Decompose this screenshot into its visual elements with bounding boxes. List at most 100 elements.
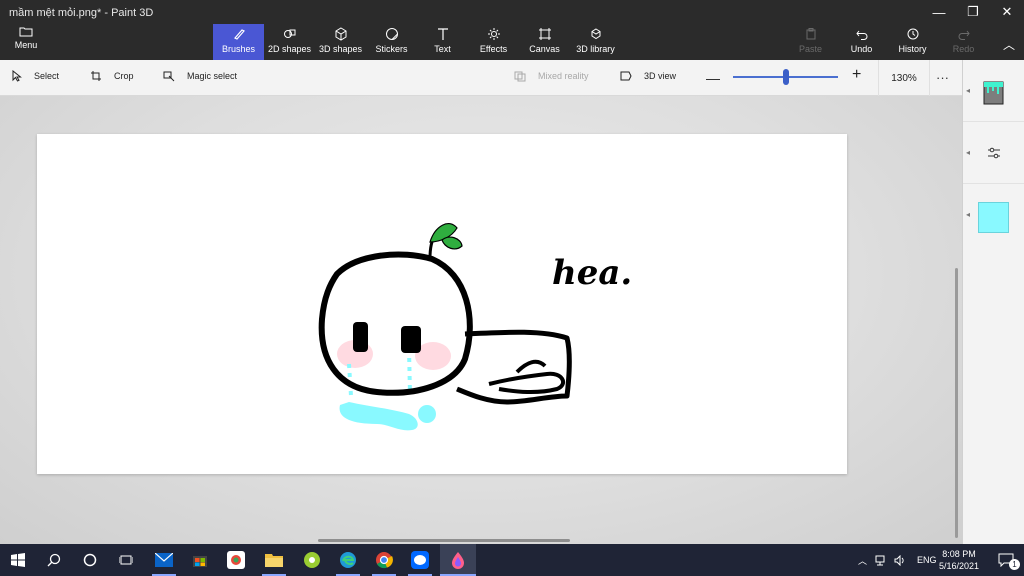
cortana-icon (83, 553, 97, 567)
mixed-reality-icon (514, 71, 526, 82)
collapse-ribbon-icon[interactable]: ︿ (1003, 36, 1015, 53)
text-icon (437, 28, 448, 40)
window-controls: — ❐ ✕ (922, 0, 1024, 24)
expand-arrow-icon: ◂ (966, 210, 971, 219)
undo-button[interactable]: Undo (836, 24, 887, 60)
tab-brushes[interactable]: Brushes (213, 24, 264, 60)
edge-icon (340, 552, 356, 568)
tab-text[interactable]: Text (417, 24, 468, 60)
chrome-icon (376, 552, 393, 569)
menu-button[interactable]: Menu (8, 26, 44, 58)
task-view-icon (119, 555, 133, 565)
crop-label: Crop (114, 71, 134, 81)
paste-label: Paste (798, 44, 822, 54)
language-indicator[interactable]: ENG (917, 555, 937, 565)
folder-icon (265, 554, 283, 567)
current-color-swatch[interactable] (978, 202, 1009, 233)
tab-3d-shapes[interactable]: 3D shapes (315, 24, 366, 60)
zoom-in-button[interactable]: + (852, 66, 861, 84)
minimize-button[interactable]: — (922, 0, 956, 24)
magic-select-label: Magic select (187, 71, 238, 81)
magic-select-tool[interactable]: Magic select (163, 70, 237, 82)
clock[interactable]: 8:08 PM 5/16/2021 (936, 548, 982, 572)
tab-effects[interactable]: Effects (468, 24, 519, 60)
show-hidden-icons[interactable]: ︿ (858, 554, 867, 567)
redo-button[interactable]: Redo (938, 24, 989, 60)
clock-date: 5/16/2021 (938, 561, 980, 571)
chrome-app[interactable] (366, 544, 402, 576)
zalo-app[interactable] (402, 544, 438, 576)
tab-2d-shapes[interactable]: 2D shapes (264, 24, 315, 60)
app-ribbon: mầm mệt mỏi.png* - Paint 3D — ❐ ✕ Menu B… (0, 0, 1024, 60)
side-panel: ◂ ◂ ◂ (962, 60, 1024, 544)
redo-icon (958, 30, 970, 40)
mixed-reality-label: Mixed reality (538, 71, 589, 81)
zoom-percentage[interactable]: 130% (878, 60, 930, 96)
network-icon[interactable] (875, 555, 888, 566)
3d-view-icon (620, 71, 632, 81)
mixed-reality-button[interactable]: Mixed reality (514, 70, 589, 82)
cortana-button[interactable] (72, 544, 108, 576)
store-app[interactable] (182, 544, 218, 576)
notification-center-button[interactable]: 1 (988, 544, 1024, 576)
file-explorer-app[interactable] (256, 544, 292, 576)
palette-icon (304, 552, 320, 568)
history-button[interactable]: History (887, 24, 938, 60)
tab-label: 3D shapes (318, 44, 363, 54)
marker-brush-icon (983, 81, 1004, 105)
horizontal-scrollbar[interactable] (318, 539, 570, 542)
canvas-icon (538, 28, 551, 40)
windows-taskbar: ︿ ENG 8:08 PM 5/16/2021 1 (0, 544, 1024, 576)
tab-3d-library[interactable]: 3D library (570, 24, 621, 60)
menu-label: Menu (14, 40, 38, 50)
ribbon-tools: Brushes 2D shapes 3D shapes Stickers Tex… (213, 24, 621, 60)
restore-button[interactable]: ❐ (956, 0, 990, 24)
tab-label: Canvas (529, 44, 560, 54)
clock-time: 8:08 PM (942, 549, 976, 559)
undo-label: Undo (850, 44, 873, 54)
3d-view-button[interactable]: 3D view (620, 70, 676, 82)
2d-shapes-icon (283, 29, 295, 38)
vertical-scrollbar[interactable] (955, 268, 958, 538)
search-button[interactable] (36, 544, 72, 576)
ribbon-right-tools: Paste Undo History Redo (785, 24, 989, 60)
redo-label: Redo (952, 44, 975, 54)
expand-arrow-icon: ◂ (966, 86, 971, 95)
paint-3d-icon (452, 552, 464, 569)
mail-app[interactable] (146, 544, 182, 576)
brush-settings[interactable]: ◂ (963, 122, 1024, 184)
system-tray: ︿ ENG (858, 544, 937, 576)
task-view-button[interactable] (108, 544, 144, 576)
volume-icon[interactable] (894, 554, 907, 566)
paint-3d-app[interactable] (440, 544, 476, 576)
history-label: History (898, 44, 927, 54)
tab-label: 3D library (576, 44, 615, 54)
start-button[interactable] (0, 544, 36, 576)
more-options-icon[interactable]: ··· (936, 70, 949, 85)
magic-select-icon (163, 71, 175, 82)
edge-app[interactable] (330, 544, 366, 576)
paint-app[interactable] (294, 544, 330, 576)
crop-tool[interactable]: Crop (90, 70, 134, 82)
handwritten-text: hea. (552, 253, 632, 293)
select-tool[interactable]: Select (12, 70, 59, 82)
tab-stickers[interactable]: Stickers (366, 24, 417, 60)
tab-canvas[interactable]: Canvas (519, 24, 570, 60)
stickers-icon (385, 28, 398, 40)
paste-button[interactable]: Paste (785, 24, 836, 60)
zoom-slider-thumb[interactable] (783, 69, 789, 85)
adjust-sliders-icon (988, 147, 1000, 159)
drawing-canvas[interactable]: hea. (37, 134, 847, 474)
folder-icon (19, 27, 33, 37)
tab-label: Stickers (375, 44, 408, 54)
canvas-toolbar: Select Crop Magic select Mixed reality 3… (0, 60, 962, 96)
3d-view-label: 3D view (644, 71, 677, 81)
photos-app[interactable] (218, 544, 254, 576)
tab-label: 2D shapes (267, 44, 312, 54)
zoom-out-button[interactable]: — (706, 70, 720, 86)
paste-icon (806, 28, 815, 40)
brush-preview[interactable]: ◂ (963, 60, 1024, 122)
close-button[interactable]: ✕ (990, 0, 1024, 24)
zalo-icon (411, 551, 429, 569)
3d-library-icon (591, 28, 600, 40)
